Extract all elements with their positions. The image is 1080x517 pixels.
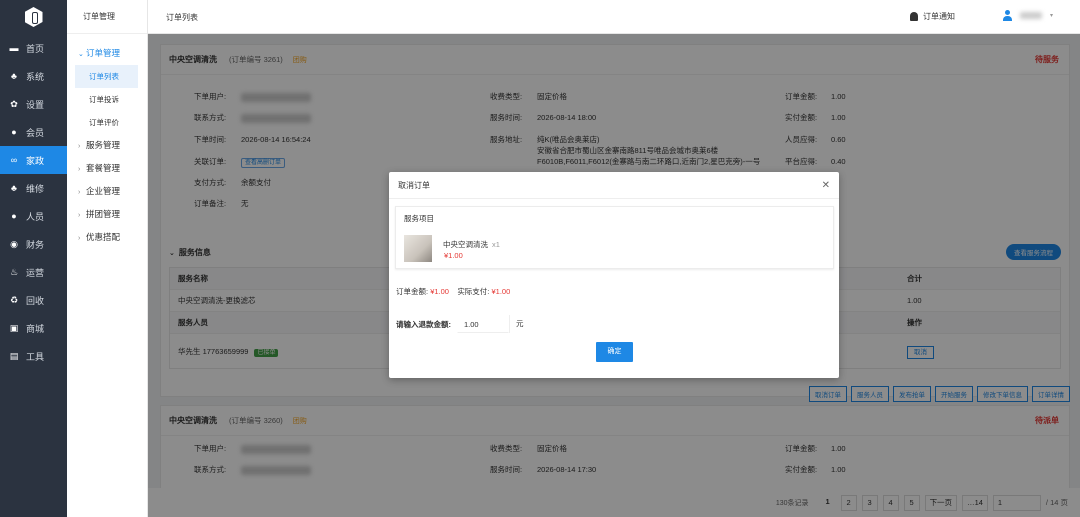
user-menu[interactable]: ▾ [1003, 10, 1053, 21]
org-icon: ♣ [11, 183, 17, 193]
submenu-group-groupbuy[interactable]: › 拼团管理 [67, 203, 147, 226]
refund-row: 请输入退款金额: 1.00 元 [396, 315, 531, 333]
chevron-right-icon: › [78, 189, 81, 196]
dialog-header: 取消订单 ✕ [389, 172, 839, 199]
bell-icon [910, 12, 918, 21]
chevron-down-icon: ▾ [1050, 13, 1054, 19]
briefcase-icon: ▤ [9, 350, 19, 361]
sub-menu-title: 订单管理 [67, 0, 147, 34]
service-item-name: 中央空调清洗 x1 [443, 240, 500, 249]
user-icon: ● [11, 211, 17, 221]
sub-menu: 订单管理 ⌄ 订单管理 订单列表 订单投诉 订单评价 › 服务管理 › 套餐管理 › 企… [67, 0, 148, 517]
username-blurred [1020, 12, 1042, 19]
nav-item-housekeeping[interactable]: ∞ 家政 [0, 146, 67, 174]
nav-item-recycle[interactable]: ♻ 回收 [0, 286, 67, 314]
user-icon: ● [11, 127, 17, 137]
top-header: 订单列表 订单通知 ▾ [148, 0, 1080, 34]
dialog-title: 取消订单 [398, 180, 430, 190]
nav-item-operation[interactable]: ♨ 运营 [0, 258, 67, 286]
service-thumbnail [404, 235, 432, 262]
chevron-down-icon: ⌄ [78, 51, 84, 58]
chevron-right-icon: › [78, 212, 81, 219]
service-item-price: ¥1.00 [444, 251, 463, 260]
amount-summary: 订单金额: ¥1.00 实际支付: ¥1.00 [396, 287, 511, 296]
gear-icon: ✿ [10, 98, 18, 109]
app-logo [0, 0, 67, 34]
close-icon[interactable]: ✕ [822, 180, 830, 191]
chevron-right-icon: › [78, 235, 81, 242]
coin-icon: ◉ [10, 238, 18, 249]
order-amount: ¥1.00 [430, 287, 449, 296]
submenu-group-service[interactable]: › 服务管理 [67, 134, 147, 157]
nav-item-tools[interactable]: ▤ 工具 [0, 342, 67, 370]
paid-amount: ¥1.00 [491, 287, 511, 296]
nav-item-home[interactable]: ▬ 首页 [0, 34, 67, 62]
service-item-box: 服务项目 中央空调清洗 x1 ¥1.00 [395, 206, 834, 269]
breadcrumb: 订单列表 [166, 13, 198, 22]
submenu-group-enterprise[interactable]: › 企业管理 [67, 180, 147, 203]
user-icon [1003, 10, 1012, 21]
submenu-group-bundle[interactable]: › 优惠搭配 [67, 226, 147, 249]
recycle-icon: ♻ [9, 294, 19, 305]
chevron-right-icon: › [78, 143, 81, 150]
order-notification[interactable]: 订单通知 [910, 11, 955, 22]
nav-item-settings[interactable]: ✿ 设置 [0, 90, 67, 118]
submenu-item-reviews[interactable]: 订单评价 [67, 111, 147, 134]
org-icon: ♣ [11, 71, 17, 81]
nav-item-staff[interactable]: ● 人员 [0, 202, 67, 230]
nav-item-member[interactable]: ● 会员 [0, 118, 67, 146]
refund-unit: 元 [509, 315, 531, 333]
submenu-item-complaints[interactable]: 订单投诉 [67, 88, 147, 111]
monitor-icon: ▬ [9, 43, 19, 53]
submenu-item-order-list[interactable]: 订单列表 [75, 65, 138, 88]
refund-amount-input[interactable]: 1.00 [457, 315, 509, 333]
nav-item-finance[interactable]: ◉ 财务 [0, 230, 67, 258]
nav-item-shop[interactable]: ▣ 商城 [0, 314, 67, 342]
chevron-right-icon: › [78, 166, 81, 173]
shop-icon: ▣ [9, 322, 19, 333]
fire-icon: ♨ [9, 266, 19, 277]
main-nav: ▬ 首页 ♣ 系统 ✿ 设置 ● 会员 ∞ 家政 ♣ 维修 ● 人员 ◉ 财务 ♨ 运营 ♻ 回收 … [0, 0, 67, 517]
submenu-group-package[interactable]: › 套餐管理 [67, 157, 147, 180]
confirm-button[interactable]: 确定 [596, 342, 633, 362]
nav-item-repair[interactable]: ♣ 维修 [0, 174, 67, 202]
service-section-title: 服务项目 [404, 214, 434, 223]
link-icon: ∞ [10, 155, 18, 165]
cancel-order-dialog: 取消订单 ✕ 服务项目 中央空调清洗 x1 ¥1.00 订单金额: ¥1.00 实… [389, 172, 839, 378]
nav-item-system[interactable]: ♣ 系统 [0, 62, 67, 90]
submenu-group-order[interactable]: ⌄ 订单管理 [67, 42, 147, 65]
